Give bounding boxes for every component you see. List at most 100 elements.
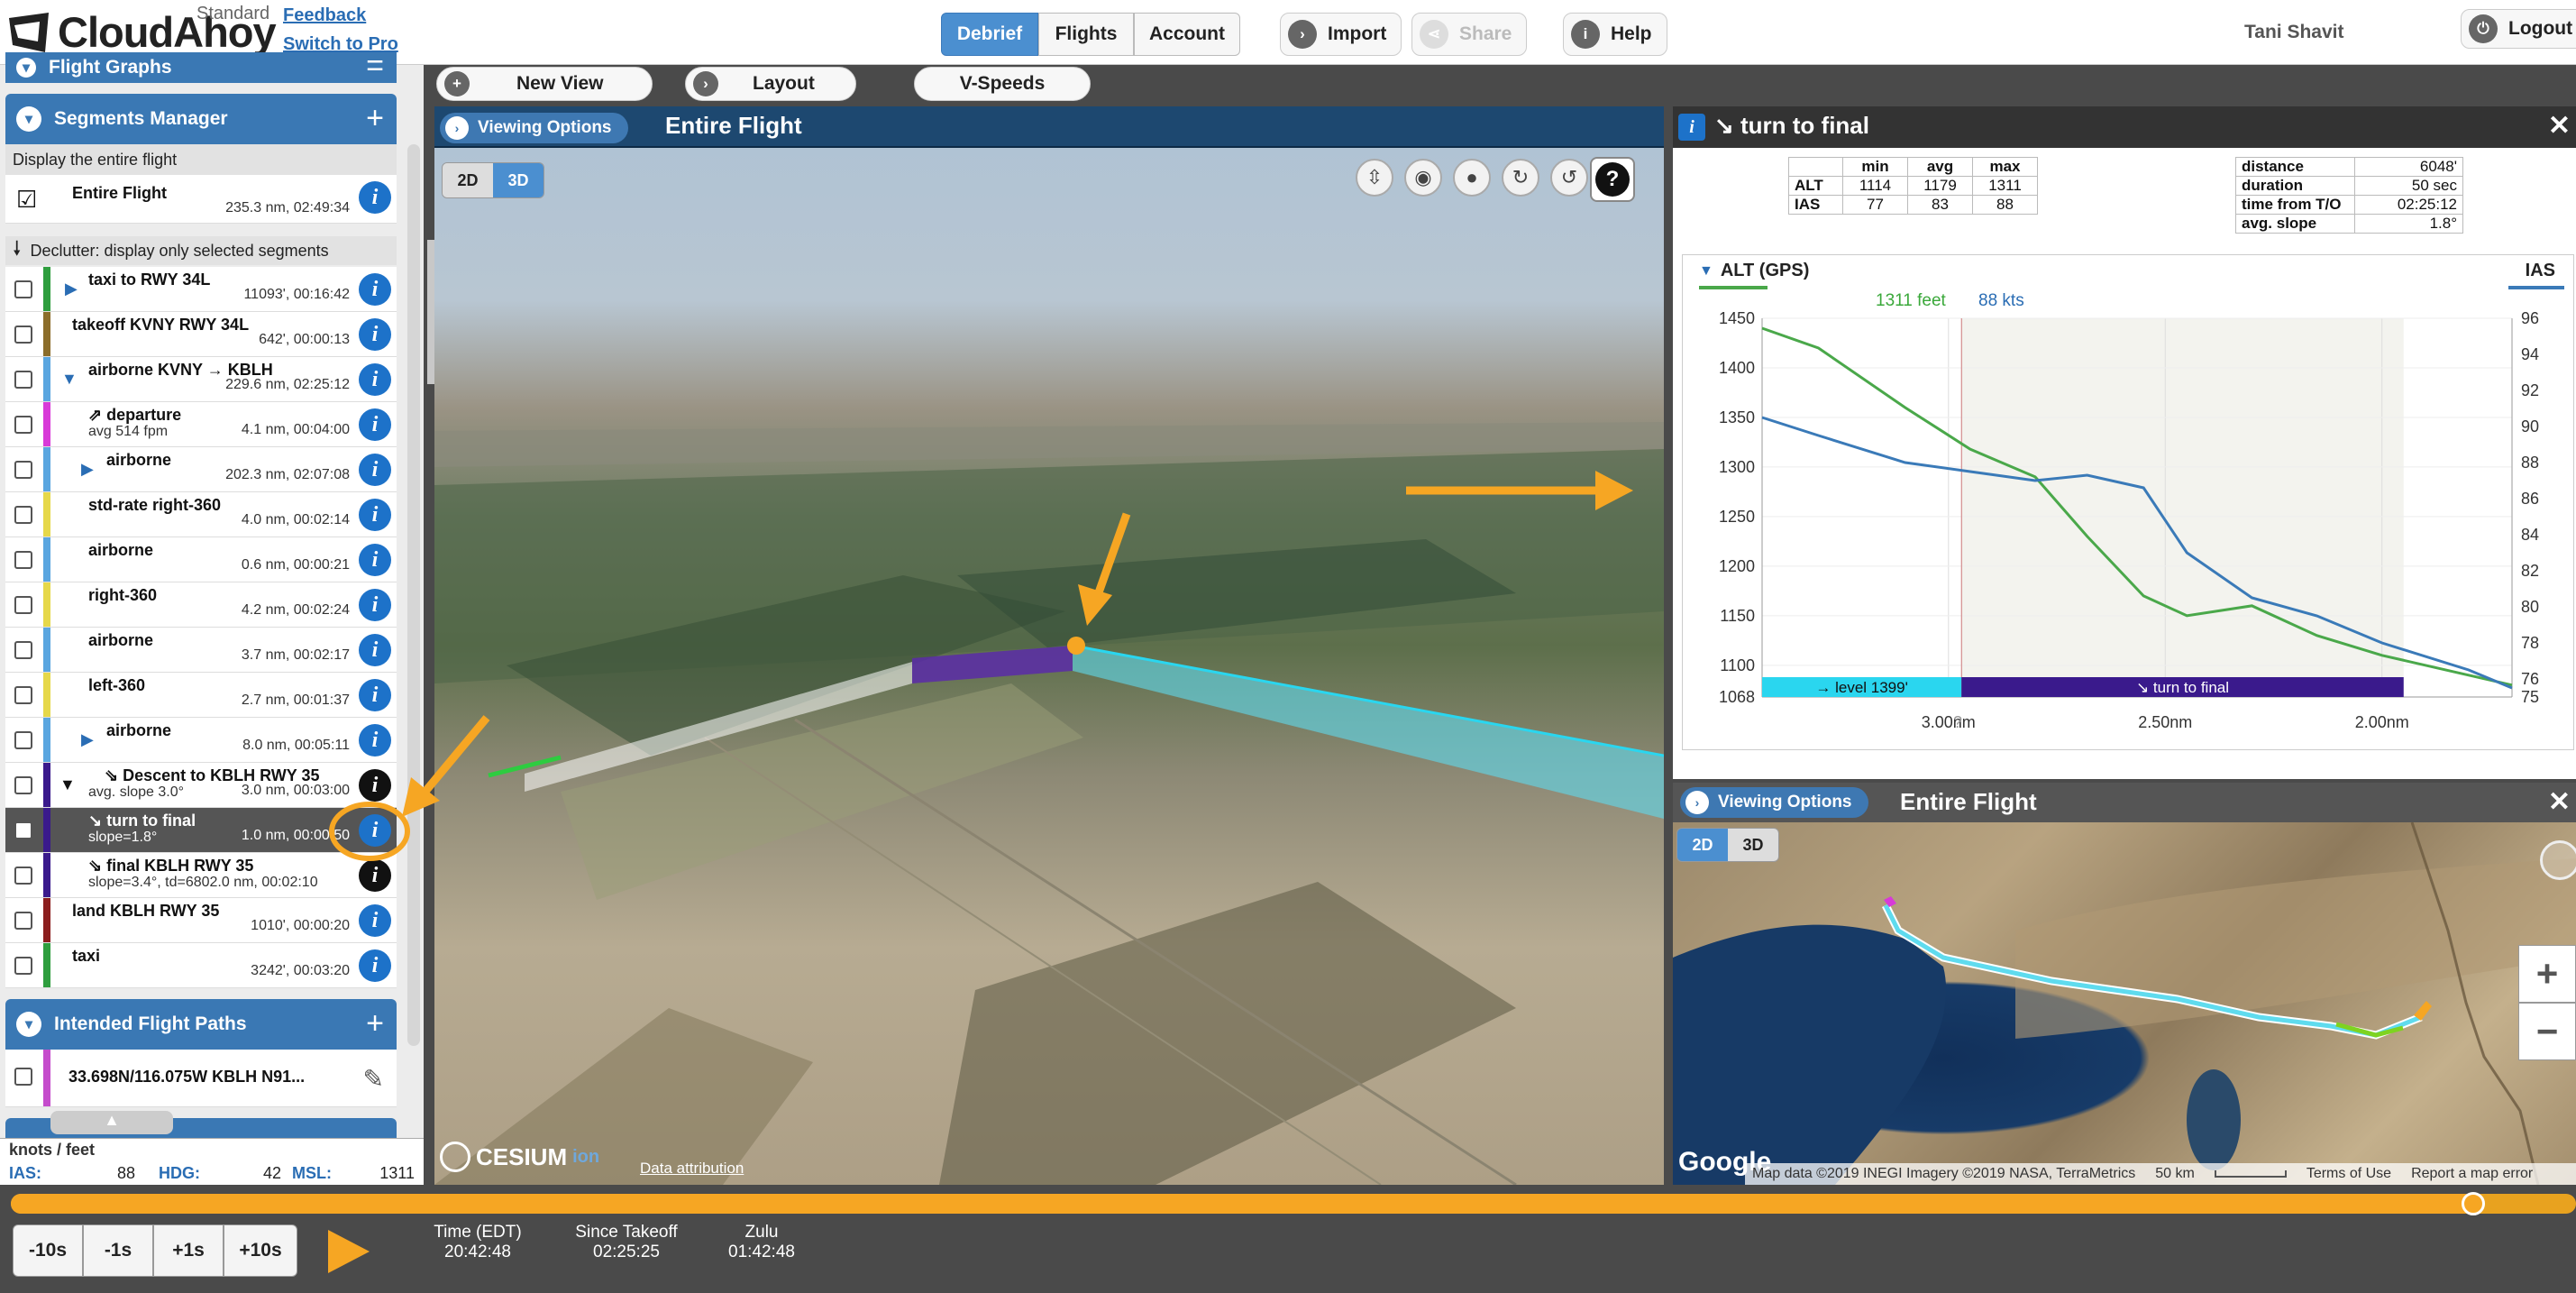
forward-1s-button[interactable]: +1s [153, 1224, 224, 1277]
play-icon[interactable] [326, 1228, 371, 1275]
triangle-right-icon[interactable]: ▶ [81, 460, 94, 479]
map-viewing-options-button[interactable]: › Viewing Options [1680, 787, 1868, 818]
checkbox[interactable] [14, 1068, 32, 1086]
add-segment-icon[interactable]: + [366, 101, 384, 136]
new-view-button[interactable]: + New View [436, 67, 653, 101]
eye-icon[interactable]: ◉ [1404, 159, 1442, 197]
info-icon[interactable]: i [359, 769, 391, 802]
checkbox[interactable] [14, 280, 32, 298]
checkbox[interactable] [14, 506, 32, 524]
info-icon[interactable]: i [359, 634, 391, 666]
segment-row[interactable]: ▶ airborne 202.3 nm, 02:07:08 i [5, 447, 397, 492]
mode-3d-button[interactable]: 3D [493, 163, 544, 197]
tab-account[interactable]: Account [1134, 13, 1240, 56]
v-speeds-button[interactable]: V-Speeds [914, 67, 1091, 101]
record-icon[interactable]: ● [1453, 159, 1491, 197]
checked-checkbox-icon[interactable]: ☑ [16, 186, 37, 214]
info-icon[interactable]: i [359, 318, 391, 351]
expand-handle[interactable]: ▲ [50, 1111, 173, 1134]
checkbox[interactable] [14, 912, 32, 930]
segment-row[interactable]: ▼ airborne KVNY → KBLH 229.6 nm, 02:25:12 i [5, 357, 397, 402]
map-mode-2d-button[interactable]: 2D [1677, 829, 1728, 861]
report-error-link[interactable]: Report a map error [2411, 1166, 2533, 1182]
help-circle-icon[interactable]: ? [1953, 713, 1962, 732]
intended-path-row[interactable]: 33.698N/116.075W KBLH N91... ✎ [5, 1050, 397, 1107]
segment-row[interactable]: ↘ turn to final slope=1.8° 1.0 nm, 00:00:5… [5, 808, 397, 853]
cesium-logo[interactable]: CESIUM ion [440, 1142, 599, 1172]
checkbox[interactable] [14, 326, 32, 344]
declutter-note[interactable]: 🠗 Declutter: display only selected segme… [5, 236, 397, 265]
aircraft-marker[interactable] [1067, 637, 1085, 655]
data-attribution-link[interactable]: Data attribution [640, 1160, 744, 1178]
chart-plot[interactable]: 1068 1100 1150 1200 1250 1300 1350 1400 1450 7576… [1683, 255, 2575, 751]
close-icon[interactable]: ✕ [2548, 110, 2571, 142]
flight-graphs-header[interactable]: ▾ Flight Graphs = [5, 49, 397, 84]
checkbox[interactable] [14, 821, 32, 839]
checkbox[interactable] [14, 641, 32, 659]
info-icon[interactable]: i [359, 363, 391, 396]
segment-row[interactable]: ⇗ departure avg 514 fpm 4.1 nm, 00:04:00 i [5, 402, 397, 447]
tab-debrief[interactable]: Debrief [941, 13, 1038, 56]
left-scrollbar[interactable] [407, 144, 420, 1046]
checkbox[interactable] [14, 686, 32, 704]
segment-row[interactable]: airborne 0.6 nm, 00:00:21 i [5, 537, 397, 582]
help-button[interactable]: i Help [1563, 13, 1667, 56]
forward-10s-button[interactable]: +10s [224, 1224, 297, 1277]
info-icon[interactable]: i [359, 408, 391, 441]
tilt-icon[interactable]: ⇳ [1356, 159, 1393, 197]
info-icon[interactable]: i [359, 273, 391, 306]
mode-2d-button[interactable]: 2D [443, 163, 493, 197]
segment-row[interactable]: left-360 2.7 nm, 00:01:37 i [5, 673, 397, 718]
checkbox[interactable] [14, 371, 32, 389]
segment-row[interactable]: right-360 4.2 nm, 00:02:24 i [5, 582, 397, 628]
map-2d[interactable]: 2D 3D + − Google Map data ©2019 INEGI Im… [1673, 822, 2576, 1185]
triangle-right-icon[interactable]: ▶ [65, 280, 78, 298]
rotate-left-icon[interactable]: ↺ [1550, 159, 1588, 197]
layout-button[interactable]: › Layout [685, 67, 856, 101]
tab-flights[interactable]: Flights [1038, 13, 1134, 56]
rotate-right-icon[interactable]: ↻ [1502, 159, 1539, 197]
map-mode-3d-button[interactable]: 3D [1728, 829, 1778, 861]
info-icon[interactable]: i [359, 814, 391, 847]
share-button[interactable]: ⋖ Share [1411, 13, 1528, 56]
checkbox[interactable] [14, 776, 32, 794]
info-icon[interactable]: i [359, 679, 391, 711]
intended-flight-paths-header[interactable]: ▾ Intended Flight Paths + [5, 999, 397, 1050]
zoom-out-button[interactable]: − [2518, 1003, 2576, 1060]
alt-ias-chart[interactable]: ▼ ALT (GPS) IAS 1311 feet 88 kts 1068 110… [1682, 254, 2574, 750]
info-icon[interactable]: i [359, 181, 391, 214]
checkbox[interactable] [14, 731, 32, 749]
info-icon[interactable]: i [359, 544, 391, 576]
viewing-options-button[interactable]: › Viewing Options [440, 113, 628, 143]
checkbox[interactable] [14, 551, 32, 569]
segment-row[interactable]: takeoff KVNY RWY 34L 642', 00:00:13 i [5, 312, 397, 357]
segment-row[interactable]: taxi 3242', 00:03:20 i [5, 943, 397, 988]
segment-row[interactable]: ▶ taxi to RWY 34L 11093', 00:16:42 i [5, 267, 397, 312]
segment-row[interactable]: ⇘ final KBLH RWY 35 slope=3.4°, td=6802.0… [5, 853, 397, 898]
terms-link[interactable]: Terms of Use [2307, 1166, 2391, 1182]
pencil-icon[interactable]: ✎ [363, 1064, 384, 1094]
info-icon[interactable]: i [359, 724, 391, 757]
segment-row[interactable]: ▼ ⇘ Descent to KBLH RWY 35 avg. slope 3.0°… [5, 763, 397, 808]
add-path-icon[interactable]: + [366, 1006, 384, 1041]
info-icon[interactable]: i [359, 454, 391, 486]
entire-flight-row[interactable]: ☑ Entire Flight 235.3 nm, 02:49:34 i [5, 175, 397, 224]
import-button[interactable]: › Import [1280, 13, 1402, 56]
triangle-down-icon[interactable]: ▼ [59, 775, 76, 794]
checkbox[interactable] [14, 957, 32, 975]
compass-icon[interactable] [2540, 840, 2576, 880]
triangle-down-icon[interactable]: ▼ [61, 370, 78, 389]
timeline-thumb[interactable] [2462, 1192, 2486, 1215]
feedback-link[interactable]: Feedback [283, 5, 366, 26]
triangle-right-icon[interactable]: ▶ [81, 730, 94, 749]
segment-row[interactable]: airborne 3.7 nm, 00:02:17 i [5, 628, 397, 673]
zoom-in-button[interactable]: + [2518, 945, 2576, 1003]
info-icon[interactable]: i [359, 499, 391, 531]
info-icon[interactable]: i [359, 859, 391, 892]
view-mode-toggle[interactable]: 2D 3D [442, 162, 544, 198]
3d-viewport[interactable]: 2D 3D ⇳ ◉ ● ↻ ↺ ? CESIUM ion Data attrib… [434, 106, 1664, 1185]
help-icon[interactable]: ? [1590, 157, 1635, 202]
back-10s-button[interactable]: -10s [13, 1224, 83, 1277]
collapse-icon[interactable]: = [366, 49, 384, 84]
segment-row[interactable]: land KBLH RWY 35 1010', 00:00:20 i [5, 898, 397, 943]
